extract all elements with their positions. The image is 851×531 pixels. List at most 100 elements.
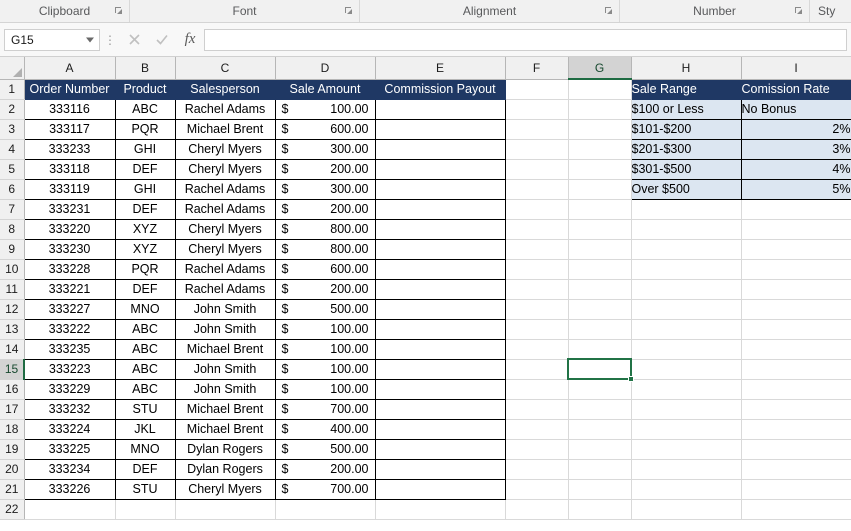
cell-F11[interactable] — [505, 279, 569, 300]
cell-C15[interactable]: John Smith — [174, 359, 276, 380]
cell-E11[interactable] — [374, 279, 506, 300]
cell-A11[interactable]: 333221 — [23, 279, 116, 300]
cell-F8[interactable] — [505, 219, 569, 240]
column-header-e[interactable]: E — [375, 57, 506, 80]
cell-E19[interactable] — [374, 439, 506, 460]
cell-D17[interactable]: $700.00 — [274, 399, 376, 420]
column-header-d[interactable]: D — [275, 57, 376, 80]
cell-I9[interactable] — [741, 239, 851, 260]
cell-C14[interactable]: Michael Brent — [174, 339, 276, 360]
cell-E17[interactable] — [374, 399, 506, 420]
chevron-down-icon[interactable] — [86, 37, 94, 42]
cell-H5[interactable]: $301-$500 — [630, 159, 742, 180]
formula-input[interactable] — [204, 28, 847, 51]
row-header-4[interactable]: 4 — [0, 139, 25, 160]
cell-C6[interactable]: Rachel Adams — [174, 179, 276, 200]
cell-E18[interactable] — [374, 419, 506, 440]
cell-F20[interactable] — [505, 459, 569, 480]
cell-G10[interactable] — [568, 259, 632, 280]
clipboard-dialog-launcher-icon[interactable] — [114, 6, 123, 15]
cell-B11[interactable]: DEF — [114, 279, 176, 300]
cell-C18[interactable]: Michael Brent — [174, 419, 276, 440]
row-header-21[interactable]: 21 — [0, 479, 25, 500]
cell-F21[interactable] — [505, 479, 569, 500]
column-header-f[interactable]: F — [505, 57, 569, 80]
cell-F14[interactable] — [505, 339, 569, 360]
name-box[interactable]: G15 — [4, 28, 100, 51]
cell-C16[interactable]: John Smith — [174, 379, 276, 400]
cell-G13[interactable] — [568, 319, 632, 340]
cell-D3[interactable]: $600.00 — [274, 119, 376, 140]
cell-H18[interactable] — [631, 419, 742, 440]
cell-E9[interactable] — [374, 239, 506, 260]
cell-D16[interactable]: $100.00 — [274, 379, 376, 400]
cell-G7[interactable] — [568, 199, 632, 220]
cell-D12[interactable]: $500.00 — [274, 299, 376, 320]
cell-H8[interactable] — [631, 219, 742, 240]
cell-G5[interactable] — [568, 159, 632, 180]
cell-I6[interactable]: 5% — [740, 179, 851, 200]
fx-icon[interactable]: fx — [176, 28, 204, 52]
cell-F10[interactable] — [505, 259, 569, 280]
cell-H6[interactable]: Over $500 — [630, 179, 742, 200]
cell-B4[interactable]: GHI — [114, 139, 176, 160]
cell-D6[interactable]: $300.00 — [274, 179, 376, 200]
cell-F2[interactable] — [505, 99, 569, 120]
cell-I10[interactable] — [741, 259, 851, 280]
cell-D13[interactable]: $100.00 — [274, 319, 376, 340]
cell-C4[interactable]: Cheryl Myers — [174, 139, 276, 160]
cell-H12[interactable] — [631, 299, 742, 320]
cell-H3[interactable]: $101-$200 — [630, 119, 742, 140]
cell-H10[interactable] — [631, 259, 742, 280]
column-header-c[interactable]: C — [175, 57, 276, 80]
cell-I20[interactable] — [741, 459, 851, 480]
cell-E14[interactable] — [374, 339, 506, 360]
cell-G16[interactable] — [568, 379, 632, 400]
cell-B16[interactable]: ABC — [114, 379, 176, 400]
cell-C3[interactable]: Michael Brent — [174, 119, 276, 140]
cell-E13[interactable] — [374, 319, 506, 340]
row-header-13[interactable]: 13 — [0, 319, 25, 340]
row-header-15[interactable]: 15 — [0, 359, 25, 380]
cell-D8[interactable]: $800.00 — [274, 219, 376, 240]
cell-E10[interactable] — [374, 259, 506, 280]
cell-C2[interactable]: Rachel Adams — [174, 99, 276, 120]
cell-D22[interactable] — [275, 499, 376, 520]
fill-handle[interactable] — [628, 376, 634, 382]
cell-D18[interactable]: $400.00 — [274, 419, 376, 440]
cell-C5[interactable]: Cheryl Myers — [174, 159, 276, 180]
cell-G4[interactable] — [568, 139, 632, 160]
cell-H19[interactable] — [631, 439, 742, 460]
cell-E2[interactable] — [374, 99, 506, 120]
cell-I8[interactable] — [741, 219, 851, 240]
row-header-18[interactable]: 18 — [0, 419, 25, 440]
cell-G6[interactable] — [568, 179, 632, 200]
cell-A9[interactable]: 333230 — [23, 239, 116, 260]
cell-B7[interactable]: DEF — [114, 199, 176, 220]
cell-F17[interactable] — [505, 399, 569, 420]
cell-C8[interactable]: Cheryl Myers — [174, 219, 276, 240]
cell-I13[interactable] — [741, 319, 851, 340]
cell-A7[interactable]: 333231 — [23, 199, 116, 220]
cell-A17[interactable]: 333232 — [23, 399, 116, 420]
column-header-b[interactable]: B — [115, 57, 176, 80]
cell-A6[interactable]: 333119 — [23, 179, 116, 200]
cell-D11[interactable]: $200.00 — [274, 279, 376, 300]
cell-E8[interactable] — [374, 219, 506, 240]
cell-I17[interactable] — [741, 399, 851, 420]
cell-C9[interactable]: Cheryl Myers — [174, 239, 276, 260]
cell-C13[interactable]: John Smith — [174, 319, 276, 340]
cell-D7[interactable]: $200.00 — [274, 199, 376, 220]
row-header-11[interactable]: 11 — [0, 279, 25, 300]
close-icon[interactable] — [120, 28, 148, 52]
cell-G11[interactable] — [568, 279, 632, 300]
cell-H7[interactable] — [631, 199, 742, 220]
cell-B5[interactable]: DEF — [114, 159, 176, 180]
row-header-5[interactable]: 5 — [0, 159, 25, 180]
cell-F7[interactable] — [505, 199, 569, 220]
cell-F18[interactable] — [505, 419, 569, 440]
number-dialog-launcher-icon[interactable] — [794, 6, 803, 15]
cell-C7[interactable]: Rachel Adams — [174, 199, 276, 220]
cell-E12[interactable] — [374, 299, 506, 320]
cell-E4[interactable] — [374, 139, 506, 160]
